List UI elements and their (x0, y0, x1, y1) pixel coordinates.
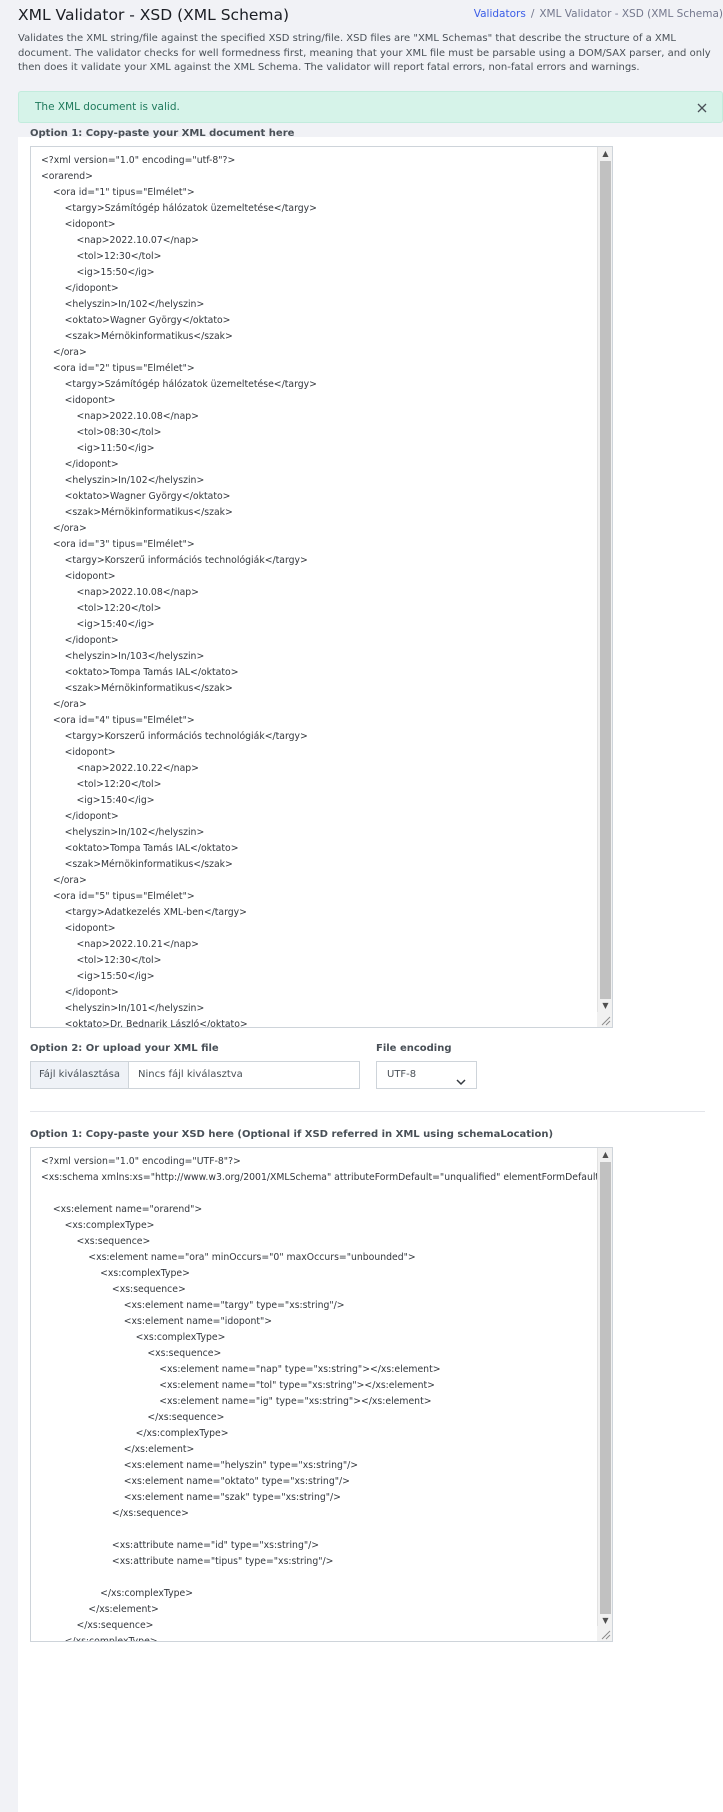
encoding-selected-value: UTF-8 (387, 1069, 417, 1080)
xsd-scrollbar[interactable]: ▲ ▼ (597, 1148, 612, 1641)
scroll-down-icon[interactable]: ▼ (598, 999, 612, 1013)
xml-scrollbar-thumb[interactable] (600, 161, 611, 999)
encoding-label: File encoding (376, 1043, 452, 1054)
xml-input-content: <?xml version="1.0" encoding="utf-8"?> <… (41, 155, 317, 1028)
upload-label: Option 2: Or upload your XML file (30, 1043, 219, 1054)
page-header: XML Validator - XSD (XML Schema) Validat… (18, 2, 723, 26)
scroll-up-icon[interactable]: ▲ (598, 147, 612, 161)
xsd-input-label: Option 1: Copy-paste your XSD here (Opti… (30, 1129, 554, 1140)
resize-grip-icon[interactable] (597, 1626, 612, 1641)
breadcrumb-validators-link[interactable]: Validators (474, 8, 526, 20)
page-description: Validates the XML string/file against th… (18, 33, 711, 74)
chevron-down-icon (456, 1071, 466, 1086)
choose-file-button[interactable]: Fájl kiválasztása (30, 1061, 128, 1089)
validation-alert: The XML document is valid. (18, 91, 723, 123)
scroll-up-icon[interactable]: ▲ (598, 1148, 612, 1162)
breadcrumb-separator: / (530, 8, 535, 20)
xsd-input-textarea[interactable]: <?xml version="1.0" encoding="UTF-8"?> <… (30, 1147, 613, 1642)
breadcrumb-current: XML Validator - XSD (XML Schema) (539, 8, 723, 20)
xsd-scrollbar-thumb[interactable] (600, 1162, 611, 1614)
breadcrumb: Validators / XML Validator - XSD (XML Sche… (474, 8, 723, 20)
validator-form-card: Option 1: Copy-paste your XML document h… (18, 128, 723, 1812)
section-divider (30, 1111, 705, 1112)
xml-scrollbar[interactable]: ▲ ▼ (597, 147, 612, 1027)
close-icon[interactable] (695, 100, 709, 114)
encoding-select[interactable]: UTF-8 (376, 1061, 477, 1089)
xml-input-textarea[interactable]: <?xml version="1.0" encoding="utf-8"?> <… (30, 146, 613, 1028)
file-name-display: Nincs fájl kiválasztva (128, 1061, 360, 1089)
xsd-input-content: <?xml version="1.0" encoding="UTF-8"?> <… (41, 1156, 612, 1642)
resize-grip-icon[interactable] (597, 1012, 612, 1027)
xml-input-label: Option 1: Copy-paste your XML document h… (30, 128, 295, 139)
alert-message: The XML document is valid. (35, 101, 180, 113)
page-title: XML Validator - XSD (XML Schema) (18, 6, 290, 24)
